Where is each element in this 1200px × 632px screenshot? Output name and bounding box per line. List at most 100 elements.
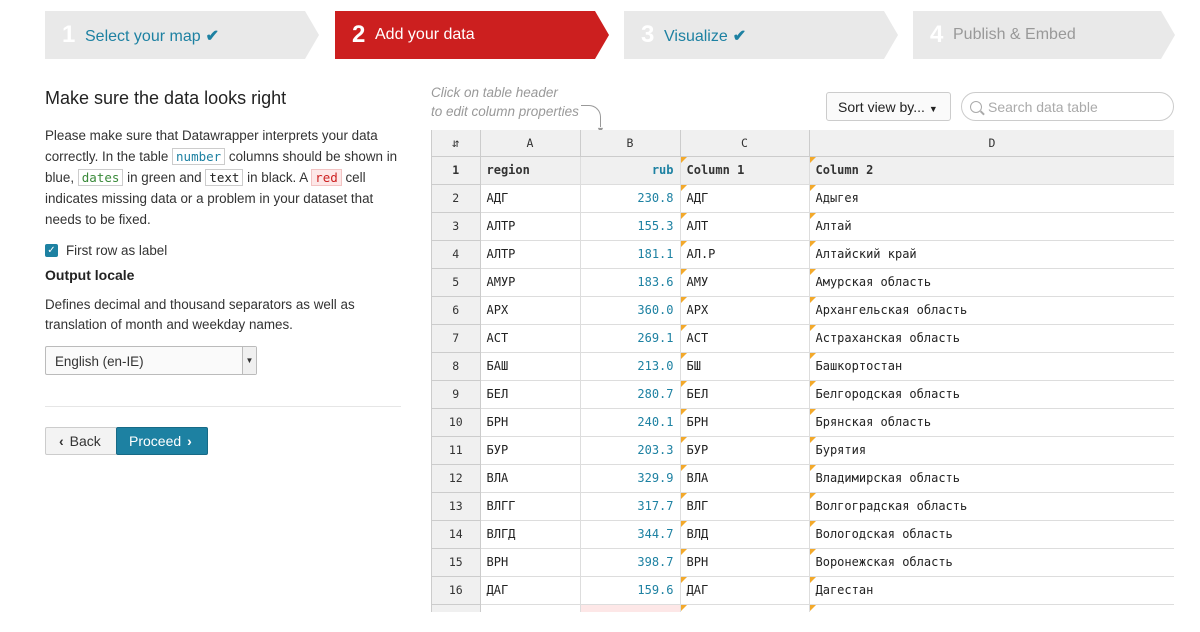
table-cell[interactable]: 329.9 — [580, 464, 681, 493]
table-cell[interactable]: БУР — [480, 436, 581, 465]
table-cell[interactable]: Белгородская область — [809, 380, 1174, 409]
step-visualize[interactable]: 3 Visualize ✔ — [624, 11, 898, 59]
table-cell[interactable]: АЛТР — [480, 212, 581, 241]
table-cell[interactable]: ВРН — [480, 548, 581, 577]
table-cell[interactable]: Амурская область — [809, 268, 1174, 297]
table-cell[interactable]: Алтай — [809, 212, 1174, 241]
table-cell[interactable]: ВЛД — [680, 520, 810, 549]
table-cell[interactable]: Алтайский край — [809, 240, 1174, 269]
table-cell[interactable]: БУР — [680, 436, 810, 465]
table-cell[interactable]: 240.1 — [580, 408, 681, 437]
checkbox-checked-icon[interactable]: ✓ — [45, 244, 58, 257]
column-header-c[interactable]: C — [680, 130, 810, 157]
table-cell[interactable]: Вологодская область — [809, 520, 1174, 549]
table-cell[interactable]: БШ — [680, 352, 810, 381]
table-cell[interactable]: Архангельская область — [809, 296, 1174, 325]
table-cell[interactable]: 183.6 — [580, 268, 681, 297]
step-number: 1 — [62, 21, 76, 48]
table-cell[interactable]: ВРН — [680, 548, 810, 577]
locale-select[interactable]: English (en-IE) ▼ — [45, 346, 257, 375]
table-cell[interactable]: БРН — [480, 408, 581, 437]
table-cell[interactable] — [680, 604, 810, 612]
table-cell[interactable]: БРН — [680, 408, 810, 437]
table-cell[interactable] — [480, 604, 581, 612]
table-cell[interactable]: АРХ — [480, 296, 581, 325]
back-button[interactable]: ‹ Back — [45, 427, 117, 455]
table-cell[interactable]: 159.6 — [580, 576, 681, 605]
table-cell[interactable]: ДАГ — [480, 576, 581, 605]
table-row: 15 ВРН 398.7 ВРН Воронежская область — [432, 548, 1174, 577]
table-cell[interactable]: БЕЛ — [680, 380, 810, 409]
table-cell[interactable] — [580, 604, 681, 612]
sort-view-dropdown[interactable]: Sort view by... ▼ — [826, 92, 951, 121]
table-cell[interactable]: ВЛГГ — [480, 492, 581, 521]
chevron-down-icon[interactable]: ▼ — [242, 347, 256, 374]
sort-icon[interactable]: ⇵ — [432, 130, 481, 157]
table-cell[interactable]: АРХ — [680, 296, 810, 325]
table-cell[interactable]: 213.0 — [580, 352, 681, 381]
table-cell[interactable]: ВЛА — [680, 464, 810, 493]
table-cell[interactable]: 181.1 — [580, 240, 681, 269]
table-cell[interactable]: 269.1 — [580, 324, 681, 353]
table-cell[interactable]: Бурятия — [809, 436, 1174, 465]
table-cell[interactable]: АДГ — [480, 184, 581, 213]
table-cell[interactable]: АЛТ — [680, 212, 810, 241]
table-cell[interactable]: 317.7 — [580, 492, 681, 521]
hint-line-1: Click on table header — [431, 85, 558, 100]
step-number: 2 — [352, 21, 366, 48]
table-cell[interactable]: Column 2 — [809, 156, 1174, 185]
table-cell[interactable]: ВЛГ — [680, 492, 810, 521]
table-cell[interactable]: 230.8 — [580, 184, 681, 213]
search-input[interactable]: Search data table — [961, 92, 1174, 121]
table-cell[interactable]: Башкортостан — [809, 352, 1174, 381]
table-cell[interactable]: АСТ — [680, 324, 810, 353]
table-cell[interactable]: АДГ — [680, 184, 810, 213]
table-cell[interactable]: Брянская область — [809, 408, 1174, 437]
table-cell[interactable]: rub — [580, 156, 681, 185]
table-cell[interactable]: Column 1 — [680, 156, 810, 185]
row-number: 9 — [432, 380, 481, 409]
table-cell[interactable]: ДАГ — [680, 576, 810, 605]
table-cell[interactable]: АМУР — [480, 268, 581, 297]
proceed-button[interactable]: Proceed › — [116, 427, 208, 455]
table-cell[interactable]: АМУ — [680, 268, 810, 297]
table-cell[interactable]: Волгоградская область — [809, 492, 1174, 521]
table-cell[interactable]: БЕЛ — [480, 380, 581, 409]
text-tag: text — [205, 169, 244, 186]
table-cell[interactable] — [809, 604, 1174, 612]
page-title: Make sure the data looks right — [45, 88, 287, 108]
column-header-d[interactable]: D — [809, 130, 1174, 157]
table-cell[interactable]: 398.7 — [580, 548, 681, 577]
table-cell[interactable]: БАШ — [480, 352, 581, 381]
table-cell[interactable]: region — [480, 156, 581, 185]
column-header-a[interactable]: A — [480, 130, 581, 157]
table-cell[interactable]: АЛТР — [480, 240, 581, 269]
row-number: 5 — [432, 268, 481, 297]
table-cell[interactable]: Дагестан — [809, 576, 1174, 605]
table-cell[interactable]: Воронежская область — [809, 548, 1174, 577]
table-cell[interactable]: 155.3 — [580, 212, 681, 241]
data-table[interactable]: ⇵ A B C D 1 region rub Column 1 Column 2… — [431, 130, 1174, 612]
step-add-data[interactable]: 2 Add your data — [335, 11, 609, 59]
table-cell[interactable]: АЛ.Р — [680, 240, 810, 269]
table-row: 1 region rub Column 1 Column 2 — [432, 156, 1174, 185]
table-cell[interactable]: 280.7 — [580, 380, 681, 409]
table-cell[interactable]: Адыгея — [809, 184, 1174, 213]
table-cell[interactable]: ВЛГД — [480, 520, 581, 549]
table-cell[interactable]: ВЛА — [480, 464, 581, 493]
step-select-map[interactable]: 1 Select your map ✔ — [45, 11, 319, 59]
back-button-label: Back — [69, 433, 101, 449]
column-header-b[interactable]: B — [580, 130, 681, 157]
table-row: 2 АДГ 230.8 АДГ Адыгея — [432, 184, 1174, 213]
table-row: 6 АРХ 360.0 АРХ Архангельская область — [432, 296, 1174, 325]
output-locale-title: Output locale — [45, 267, 135, 283]
dates-tag: dates — [77, 169, 124, 186]
first-row-label-checkbox[interactable]: ✓ First row as label — [45, 243, 401, 258]
table-cell[interactable]: 360.0 — [580, 296, 681, 325]
table-cell[interactable]: 203.3 — [580, 436, 681, 465]
table-cell[interactable]: АСТ — [480, 324, 581, 353]
table-cell[interactable]: Владимирская область — [809, 464, 1174, 493]
table-cell[interactable]: Астраханская область — [809, 324, 1174, 353]
row-number: 13 — [432, 492, 481, 521]
table-cell[interactable]: 344.7 — [580, 520, 681, 549]
